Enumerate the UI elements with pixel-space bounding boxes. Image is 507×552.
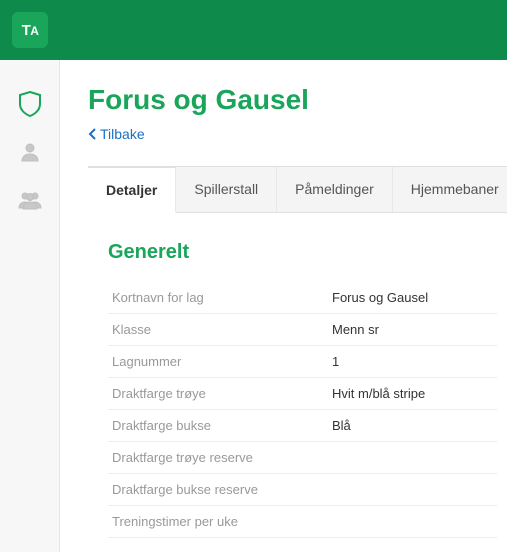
table-row: Draktfarge trøye reserve [108,442,497,474]
logo[interactable]: TA [12,12,48,48]
tab-pameldinger[interactable]: Påmeldinger [277,167,393,212]
sidebar-item-shield[interactable] [0,80,60,128]
sidebar-item-people[interactable] [0,176,60,224]
section-title: Generelt [108,241,497,264]
tab-content: Generelt Kortnavn for lagForus og Gausel… [88,213,507,538]
shield-icon [19,91,41,117]
details-table: Kortnavn for lagForus og Gausel KlasseMe… [108,282,497,538]
detail-value: Forus og Gausel [328,282,497,314]
tab-detaljer[interactable]: Detaljer [88,167,176,213]
detail-value [328,506,497,538]
back-label: Tilbake [100,126,145,142]
detail-label: Klasse [108,314,328,346]
chevron-left-icon [88,128,96,140]
table-row: Kortnavn for lagForus og Gausel [108,282,497,314]
detail-label: Kortnavn for lag [108,282,328,314]
tabs: Detaljer Spillerstall Påmeldinger Hjemme… [88,166,507,213]
table-row: Draktfarge trøyeHvit m/blå stripe [108,378,497,410]
detail-label: Draktfarge bukse [108,410,328,442]
sidebar [0,60,60,552]
table-row: KlasseMenn sr [108,314,497,346]
detail-value: Blå [328,410,497,442]
detail-value: Hvit m/blå stripe [328,378,497,410]
detail-label: Lagnummer [108,346,328,378]
table-row: Treningstimer per uke [108,506,497,538]
table-row: Draktfarge bukseBlå [108,410,497,442]
detail-label: Draktfarge trøye [108,378,328,410]
back-link[interactable]: Tilbake [88,126,145,142]
table-row: Draktfarge bukse reserve [108,474,497,506]
people-icon [17,190,43,210]
table-row: Lagnummer1 [108,346,497,378]
detail-value: Menn sr [328,314,497,346]
tab-hjemmebaner[interactable]: Hjemmebaner [393,167,507,212]
detail-value [328,474,497,506]
tab-spillerstall[interactable]: Spillerstall [176,167,277,212]
detail-value: 1 [328,346,497,378]
person-icon [19,141,41,163]
detail-label: Draktfarge trøye reserve [108,442,328,474]
detail-label: Treningstimer per uke [108,506,328,538]
main-content: Forus og Gausel Tilbake Detaljer Spiller… [60,60,507,552]
sidebar-item-person[interactable] [0,128,60,176]
detail-value [328,442,497,474]
detail-label: Draktfarge bukse reserve [108,474,328,506]
topbar: TA [0,0,507,60]
page-title: Forus og Gausel [88,84,507,116]
